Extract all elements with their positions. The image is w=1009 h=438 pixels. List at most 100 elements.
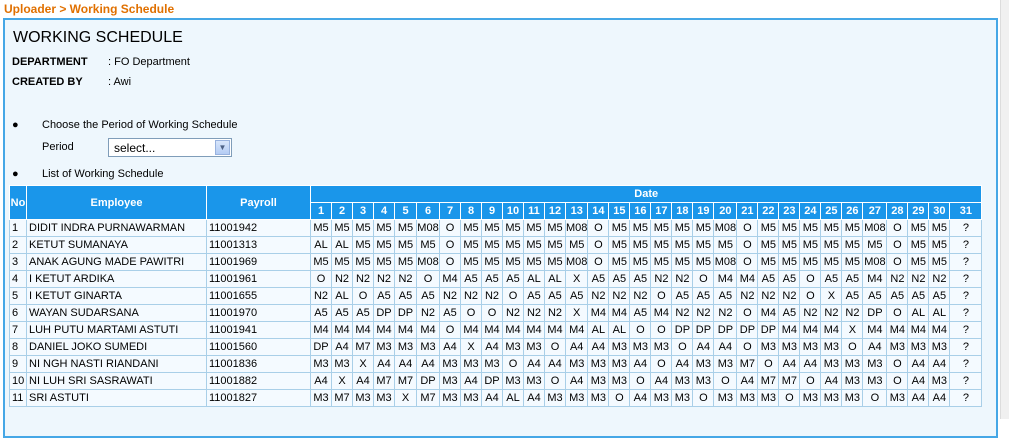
shift-cell: A4 — [907, 355, 930, 373]
table-row[interactable]: 9 NI NGH NASTI RIANDANI 11001836 M3 M3 X A4 A4 A… — [9, 355, 983, 373]
period-select[interactable]: select... ▼ — [108, 138, 232, 157]
shift-cell: M5 — [841, 253, 864, 271]
shift-cell: O — [736, 304, 759, 322]
shift-cell: M5 — [629, 253, 652, 271]
shift-cell: M4 — [587, 304, 610, 322]
shift-cell: M5 — [671, 253, 694, 271]
shift-cell: O — [841, 338, 864, 356]
shift-cell: N2 — [481, 287, 503, 305]
shift-cell: A5 — [629, 304, 652, 322]
shift-cell: A5 — [587, 270, 610, 288]
page-scrollbar[interactable] — [1000, 0, 1009, 419]
shift-cell: O — [886, 304, 909, 322]
shift-cell: A4 — [394, 355, 417, 373]
shift-cell: DP — [736, 321, 759, 339]
table-row[interactable]: 5I KETUT GINARTA 11001655 N2 AL O A5 A5 A5 N2 N2 N… — [9, 287, 983, 305]
employee-name: DIDIT INDRA PURNAWARMAN — [26, 219, 207, 237]
shift-cell: M5 — [523, 236, 545, 254]
bullet-icon: ● — [12, 168, 19, 180]
table-row[interactable]: 1 DIDIT INDRA PURNAWARMAN 11001942 M5 M5 M5 M5… — [9, 219, 983, 237]
shift-cell: M4 — [544, 321, 566, 339]
shift-cell: A4 — [736, 372, 759, 390]
shift-cell: M4 — [352, 321, 374, 339]
shift-cell: M3 — [862, 355, 888, 373]
shift-cell: M3 — [331, 355, 353, 373]
shift-cell: A4 — [416, 355, 440, 373]
shift-cell: X — [820, 287, 843, 305]
shift-cell: A4 — [481, 389, 503, 407]
shift-cell: N2 — [907, 270, 930, 288]
breadcrumb[interactable]: Uploader > Working Schedule — [4, 2, 174, 16]
employee-name: SRI ASTUTI — [26, 389, 207, 407]
shift-cell: M3 — [799, 338, 822, 356]
shift-cell: M3 — [692, 355, 715, 373]
shift-cell: M5 — [481, 219, 503, 237]
period-section-text: Choose the Period of Working Schedule — [42, 119, 238, 131]
shift-cell: M7 — [373, 372, 395, 390]
shift-cell: O — [439, 253, 461, 271]
shift-cell: DP — [481, 372, 503, 390]
bullet-icon: ● — [12, 119, 19, 131]
chevron-down-icon[interactable]: ▼ — [215, 140, 230, 155]
shift-cell: M3 — [841, 389, 864, 407]
shift-cell: O — [439, 321, 461, 339]
shift-cell: M5 — [629, 219, 652, 237]
shift-cell: M4 — [523, 321, 545, 339]
shift-cell: M5 — [394, 219, 417, 237]
row-number: 8 — [9, 338, 27, 356]
table-row[interactable]: 8 DANIEL JOKO SUMEDI 11001560 DP A4 M7 M3 M3 M3 A… — [9, 338, 983, 356]
shift-cell: AL — [331, 236, 353, 254]
shift-cell: M08 — [862, 219, 888, 237]
table-row[interactable]: 3 ANAK AGUNG MADE PAWITRI 11001969 M5 M5 M5 M5… — [9, 253, 983, 271]
shift-cell: DP — [373, 304, 395, 322]
table-row[interactable]: 4I KETUT ARDIKA 11001961 O N2 N2 N2 N2 O M4 A5 A5 A… — [9, 270, 983, 288]
shift-cell: M5 — [671, 236, 694, 254]
shift-cell: M4 — [886, 321, 909, 339]
shift-cell: A4 — [713, 338, 738, 356]
table-row[interactable]: 11 SRI ASTUTI 11001827 M3 M7 M3 M3 X M7 M3 M3 A4 AL A… — [9, 389, 983, 407]
shift-cell: M7 — [757, 372, 780, 390]
shift-cell: M5 — [523, 253, 545, 271]
shift-cell: A5 — [692, 287, 715, 305]
shift-cell: M7 — [394, 372, 417, 390]
department-value: : FO Department — [108, 56, 190, 68]
shift-cell: AL — [587, 321, 610, 339]
row-number: 3 — [9, 253, 27, 271]
table-row[interactable]: 7 LUH PUTU MARTAMI ASTUTI 11001941 M4 M4 M4 M4… — [9, 321, 983, 339]
shift-cell: M5 — [841, 236, 864, 254]
shift-cell: M5 — [820, 219, 843, 237]
shift-cell: M5 — [820, 236, 843, 254]
shift-cell: M5 — [481, 253, 503, 271]
day-header: 8 — [460, 202, 482, 220]
period-section-heading: ● Choose the Period of Working Schedule — [12, 119, 237, 131]
table-row[interactable]: 10 NI LUH SRI SASRAWATI 11001882 A4 X A4 M7 M7 D… — [9, 372, 983, 390]
shift-cell: M3 — [481, 355, 503, 373]
shift-cell: M3 — [564, 389, 589, 407]
shift-cell: AL — [502, 389, 524, 407]
shift-cell: N2 — [587, 287, 610, 305]
shift-cell: A5 — [671, 287, 694, 305]
shift-cell: M3 — [587, 355, 610, 373]
created-by-row: CREATED BY: Awi — [12, 76, 131, 88]
payroll-number: 11001942 — [206, 219, 311, 237]
shift-cell: M5 — [650, 236, 673, 254]
shift-cell: M3 — [587, 372, 610, 390]
table-row[interactable]: 2 KETUT SUMANAYA 11001313 AL AL M5 M5 M5 M5 O M5 M5… — [9, 236, 983, 254]
row-number: 11 — [9, 389, 27, 407]
shift-cell: N2 — [331, 270, 353, 288]
shift-cell: O — [502, 287, 524, 305]
shift-cell: M3 — [928, 372, 951, 390]
shift-cell: A4 — [439, 338, 461, 356]
shift-cell: M08 — [713, 253, 738, 271]
shift-cell: N2 — [757, 287, 780, 305]
day-header: 1 — [310, 202, 332, 220]
day-header: 26 — [841, 202, 864, 220]
shift-cell: O — [736, 219, 759, 237]
department-row: DEPARTMENT: FO Department — [12, 56, 190, 68]
shift-cell: M5 — [629, 236, 652, 254]
table-row[interactable]: 6 WAYAN SUDARSANA 11001970 A5 A5 A5 DP DP N2 A5 O O… — [9, 304, 983, 322]
shift-cell: M4 — [460, 321, 482, 339]
shift-cell: A4 — [523, 355, 545, 373]
shift-cell: A4 — [373, 355, 395, 373]
shift-cell: A4 — [629, 355, 652, 373]
